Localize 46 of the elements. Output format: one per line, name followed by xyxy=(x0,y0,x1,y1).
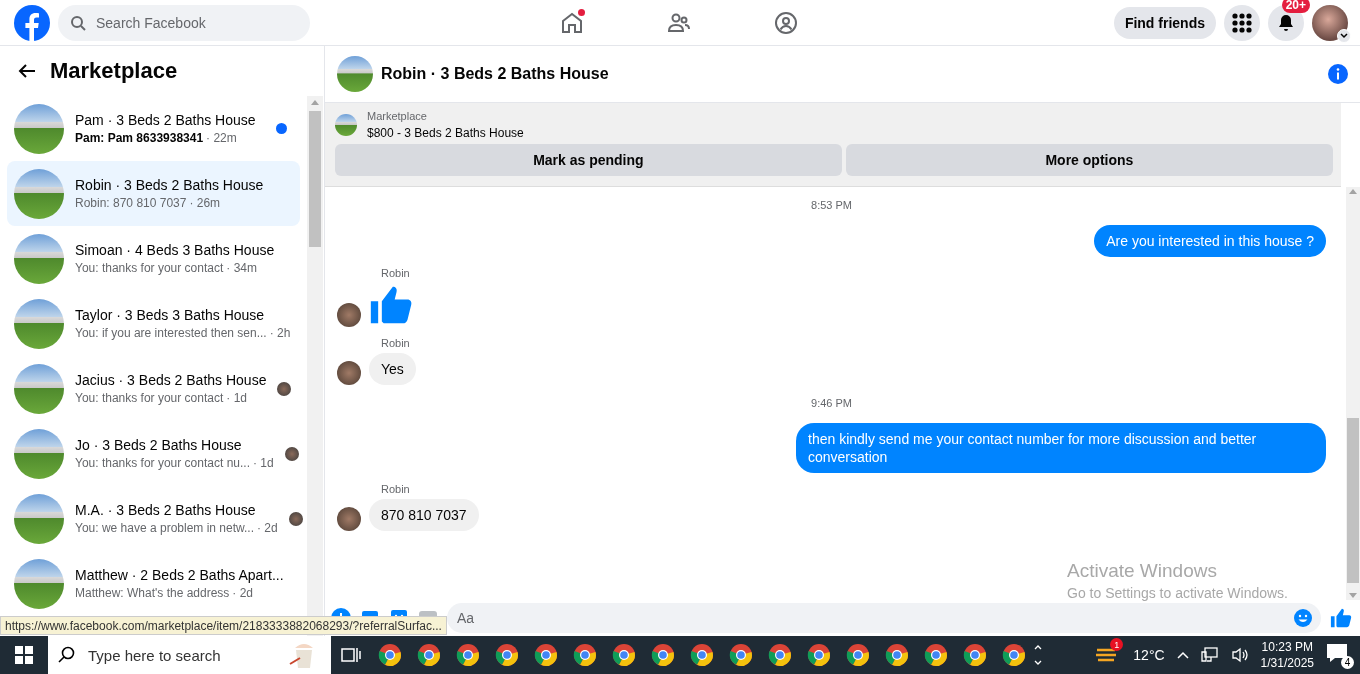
notification-count: 4 xyxy=(1341,656,1354,669)
timestamp: 8:53 PM xyxy=(811,199,852,211)
sender-name: Robin xyxy=(381,267,411,279)
sent-message: Are you interested in this house ? xyxy=(1094,225,1326,257)
notification-badge: 20+ xyxy=(1281,0,1310,13)
message-preview: You: if you are interested then sen... xyxy=(75,326,267,340)
activation-text: Go to Settings to activate Windows. xyxy=(1067,585,1288,601)
conversation-title: Robin · 3 Beds 2 Baths House xyxy=(75,177,265,193)
chat-title: Robin · 3 Beds 2 Baths House xyxy=(381,65,610,83)
sidebar-title: Marketplace xyxy=(50,58,178,84)
conversation-title: M.A. · 3 Beds 2 Baths House xyxy=(75,502,257,518)
link-tooltip: https://www.facebook.com/marketplace/item/2183333882068293/?referralSurfac... xyxy=(0,616,447,635)
message-preview: You: thanks for your contact xyxy=(75,261,224,275)
received-message: 870 810 7037 xyxy=(369,499,479,531)
message-time: · 26m xyxy=(189,196,221,210)
message-time: · 2h xyxy=(269,326,291,340)
weather-badge: 1 xyxy=(1110,638,1124,651)
message-preview: Matthew: What's the address xyxy=(75,586,230,600)
conversation-title: Jo · 3 Beds 2 Baths House xyxy=(75,437,243,453)
message-preview: Robin: 870 810 7037 xyxy=(75,196,187,210)
sent-message: then kindly send me your contact number for more discussion and better conversation xyxy=(796,423,1326,473)
message-preview: You: thanks for your contact xyxy=(75,391,224,405)
activation-title: Activate Windows xyxy=(1067,560,1218,582)
sender-name: Robin xyxy=(381,483,411,495)
message-preview: You: thanks for your contact nu... xyxy=(75,456,250,470)
conversation-title: Simoan · 4 Beds 3 Baths House xyxy=(75,242,276,258)
clock-date: 1/31/2025 xyxy=(1260,656,1314,670)
message-preview: You: we have a problem in netw... xyxy=(75,521,254,535)
message-time: · 34m xyxy=(226,261,257,275)
message-time: · 2d xyxy=(232,586,254,600)
received-message: Yes xyxy=(369,353,416,385)
message-time: · 1d xyxy=(226,391,247,405)
message-time: · 22m xyxy=(206,131,237,145)
clock-time: 10:23 PM xyxy=(1261,640,1313,654)
listing-label: Marketplace xyxy=(367,110,428,122)
conversation-title: Taylor · 3 Beds 3 Baths House xyxy=(75,307,266,323)
message-time: · 1d xyxy=(253,456,274,470)
timestamp: 9:46 PM xyxy=(811,397,852,409)
sender-name: Robin xyxy=(381,337,411,349)
listing-name: $800 - 3 Beds 2 Baths House xyxy=(367,126,524,140)
conversation-title: Jacius · 3 Beds 2 Baths House xyxy=(75,372,267,388)
temperature: 12°C xyxy=(1133,647,1165,663)
message-preview: Pam: Pam 8633938341 xyxy=(75,131,204,145)
conversation-title: Pam · 3 Beds 2 Baths House xyxy=(75,112,257,128)
conversation-title: Matthew · 2 Beds 2 Baths Apart... xyxy=(75,567,285,583)
message-time: · 2d xyxy=(257,521,278,535)
